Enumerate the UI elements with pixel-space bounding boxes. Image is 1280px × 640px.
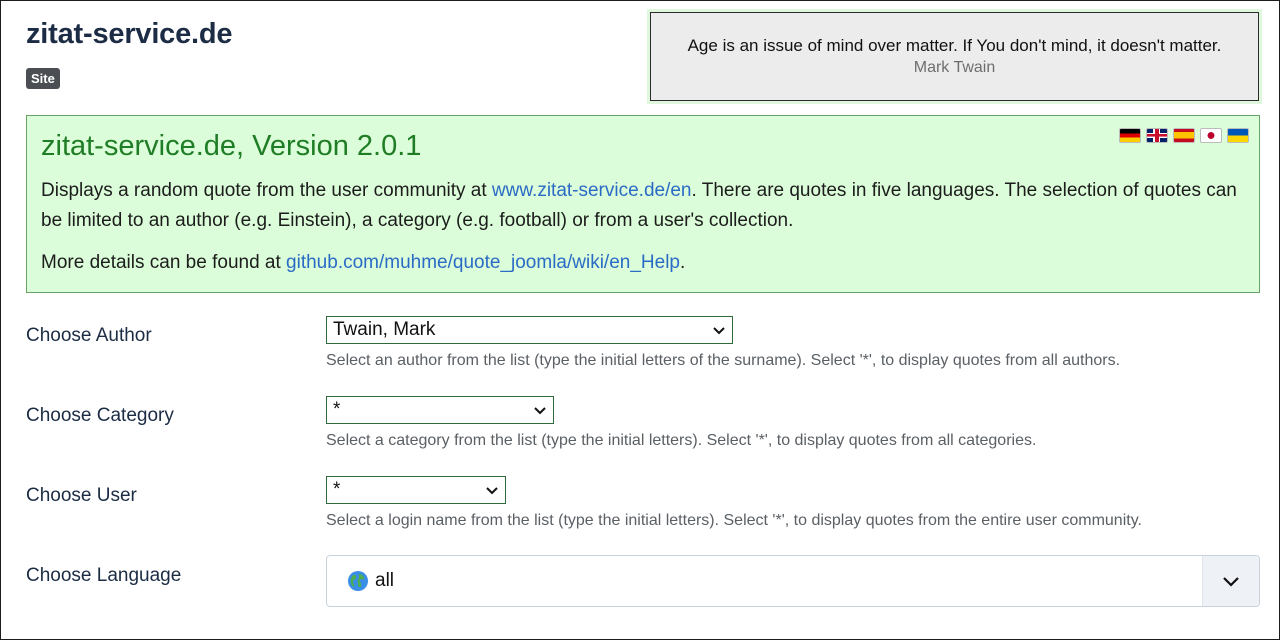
quote-text: Age is an issue of mind over matter. If … bbox=[687, 36, 1222, 55]
category-select[interactable]: * bbox=[326, 396, 554, 424]
site-badge: Site bbox=[26, 68, 60, 89]
language-dropdown-button[interactable] bbox=[1202, 556, 1259, 606]
details-text: More details can be found at bbox=[41, 252, 287, 273]
language-select-text: all bbox=[375, 570, 395, 591]
user-select-value: * bbox=[333, 479, 341, 500]
module-description: Displays a random quote from the user co… bbox=[41, 176, 1245, 236]
module-title: zitat-service.de, Version 2.0.1 bbox=[41, 130, 422, 162]
author-select-value: Twain, Mark bbox=[333, 319, 436, 340]
flag-ua-icon bbox=[1227, 128, 1249, 143]
category-label: Choose Category bbox=[26, 405, 174, 426]
language-label: Choose Language bbox=[26, 565, 182, 586]
flag-es-icon bbox=[1173, 128, 1195, 143]
chevron-down-icon bbox=[1223, 577, 1239, 587]
chevron-down-icon bbox=[485, 483, 499, 497]
help-wiki-link[interactable]: github.com/muhme/quote_joomla/wiki/en_He… bbox=[286, 252, 680, 273]
category-help: Select a category from the list (type th… bbox=[326, 432, 1037, 449]
flag-uk-icon bbox=[1146, 128, 1168, 143]
user-select[interactable]: * bbox=[326, 476, 506, 504]
description-text: Displays a random quote from the user co… bbox=[41, 180, 492, 201]
module-info-panel: zitat-service.de, Version 2.0.1 Displays… bbox=[26, 115, 1260, 293]
details-text-end: . bbox=[679, 252, 686, 273]
user-label: Choose User bbox=[26, 485, 137, 506]
flag-de-icon bbox=[1119, 128, 1141, 143]
globe-icon bbox=[348, 571, 368, 591]
language-select-value: all bbox=[327, 570, 1202, 592]
quote-author: Mark Twain bbox=[913, 59, 996, 76]
module-details: More details can be found at github.com/… bbox=[41, 248, 1245, 278]
zitat-service-link[interactable]: www.zitat-service.de/en bbox=[492, 180, 692, 201]
author-label: Choose Author bbox=[26, 325, 152, 346]
language-flags bbox=[1119, 128, 1249, 143]
author-help: Select an author from the list (type the… bbox=[326, 352, 1121, 369]
user-help: Select a login name from the list (type … bbox=[326, 512, 1142, 529]
flag-jp-icon bbox=[1200, 128, 1222, 143]
language-select[interactable]: all bbox=[326, 555, 1260, 607]
author-select[interactable]: Twain, Mark bbox=[326, 316, 733, 344]
site-title: zitat-service.de bbox=[26, 18, 233, 50]
chevron-down-icon bbox=[533, 403, 547, 417]
chevron-down-icon bbox=[712, 323, 726, 337]
category-select-value: * bbox=[333, 399, 341, 420]
quote-box: Age is an issue of mind over matter. If … bbox=[650, 12, 1259, 101]
